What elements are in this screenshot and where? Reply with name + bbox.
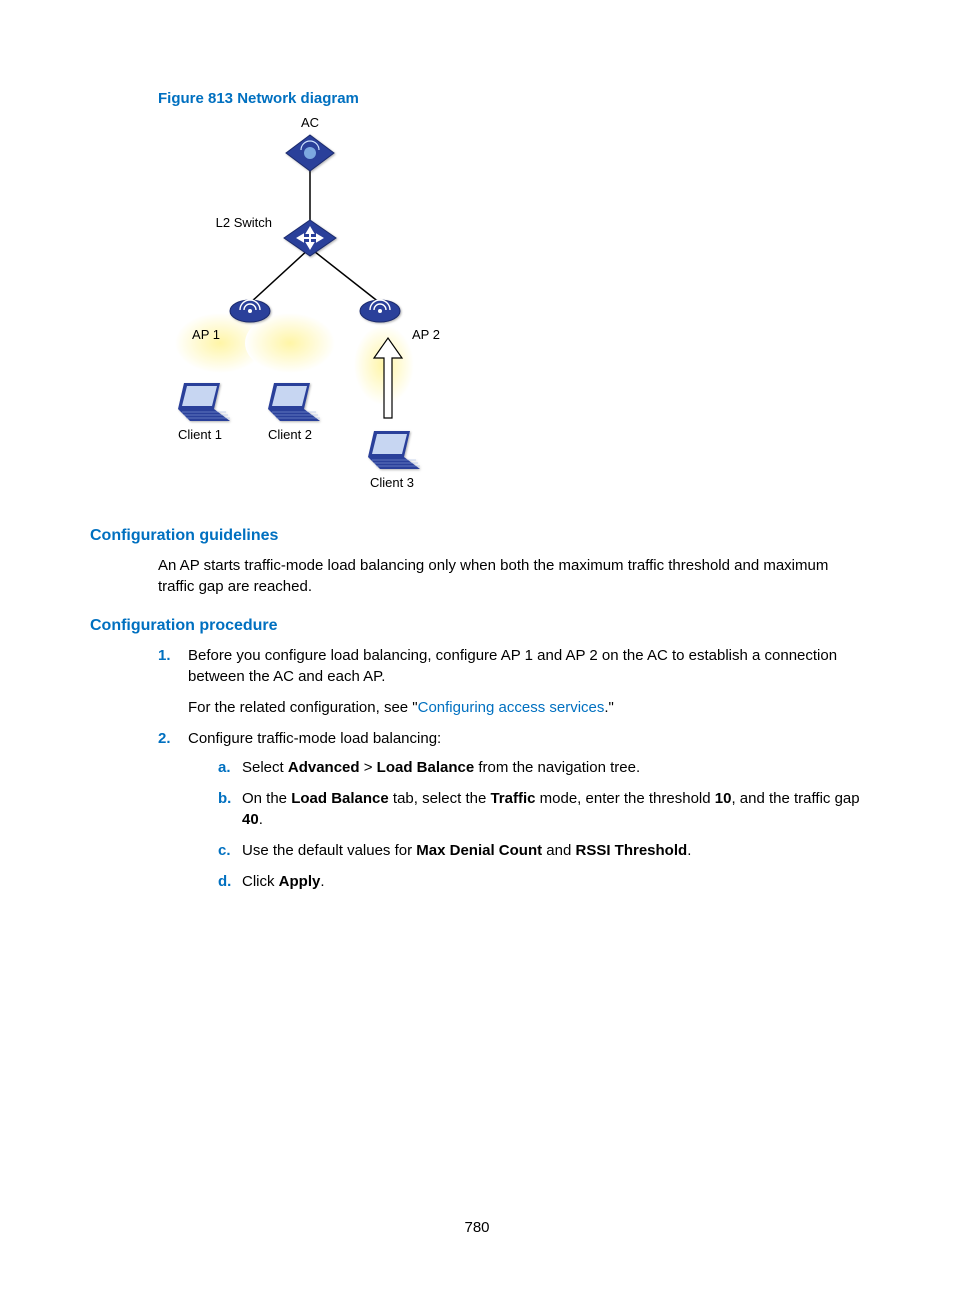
config-guidelines-body: An AP starts traffic-mode load balancing… — [158, 555, 864, 597]
figure-caption: Figure 813 Network diagram — [158, 90, 864, 107]
procedure-list: 1. Before you configure load balancing, … — [158, 645, 864, 892]
step-marker: 1. — [158, 645, 171, 666]
l2switch-label: L2 Switch — [216, 215, 272, 230]
client3-device-icon — [368, 431, 420, 469]
step-marker: 2. — [158, 728, 171, 749]
ac-device-icon — [286, 135, 334, 171]
substep-list: a. Select Advanced > Load Balance from t… — [218, 757, 864, 892]
config-guidelines-heading: Configuration guidelines — [90, 527, 864, 545]
procedure-step-1: 1. Before you configure load balancing, … — [158, 645, 864, 718]
page-number: 780 — [0, 1219, 954, 1236]
step-1-para1: Before you configure load balancing, con… — [188, 647, 837, 685]
network-diagram: AC L2 Switch — [150, 113, 470, 497]
ap2-label: AP 2 — [412, 327, 440, 342]
ap1-label: AP 1 — [192, 327, 220, 342]
client1-label: Client 1 — [178, 427, 222, 442]
document-page: Figure 813 Network diagram — [0, 0, 954, 1296]
l2switch-device-icon — [284, 220, 336, 256]
substep-b: b. On the Load Balance tab, select the T… — [218, 788, 864, 830]
step-1-para2: For the related configuration, see "Conf… — [188, 697, 864, 718]
ap1-device-icon — [230, 300, 270, 322]
client1-device-icon — [178, 383, 230, 421]
substep-a: a. Select Advanced > Load Balance from t… — [218, 757, 864, 778]
procedure-step-2: 2. Configure traffic-mode load balancing… — [158, 728, 864, 892]
ap2-device-icon — [360, 300, 400, 322]
substep-d: d. Click Apply. — [218, 871, 864, 892]
ac-label: AC — [301, 115, 319, 130]
step-2-para1: Configure traffic-mode load balancing: — [188, 730, 441, 747]
client2-label: Client 2 — [268, 427, 312, 442]
client2-device-icon — [268, 383, 320, 421]
configuring-access-services-link[interactable]: Configuring access services — [418, 699, 605, 716]
client3-label: Client 3 — [370, 475, 414, 490]
config-procedure-heading: Configuration procedure — [90, 617, 864, 635]
substep-c: c. Use the default values for Max Denial… — [218, 840, 864, 861]
